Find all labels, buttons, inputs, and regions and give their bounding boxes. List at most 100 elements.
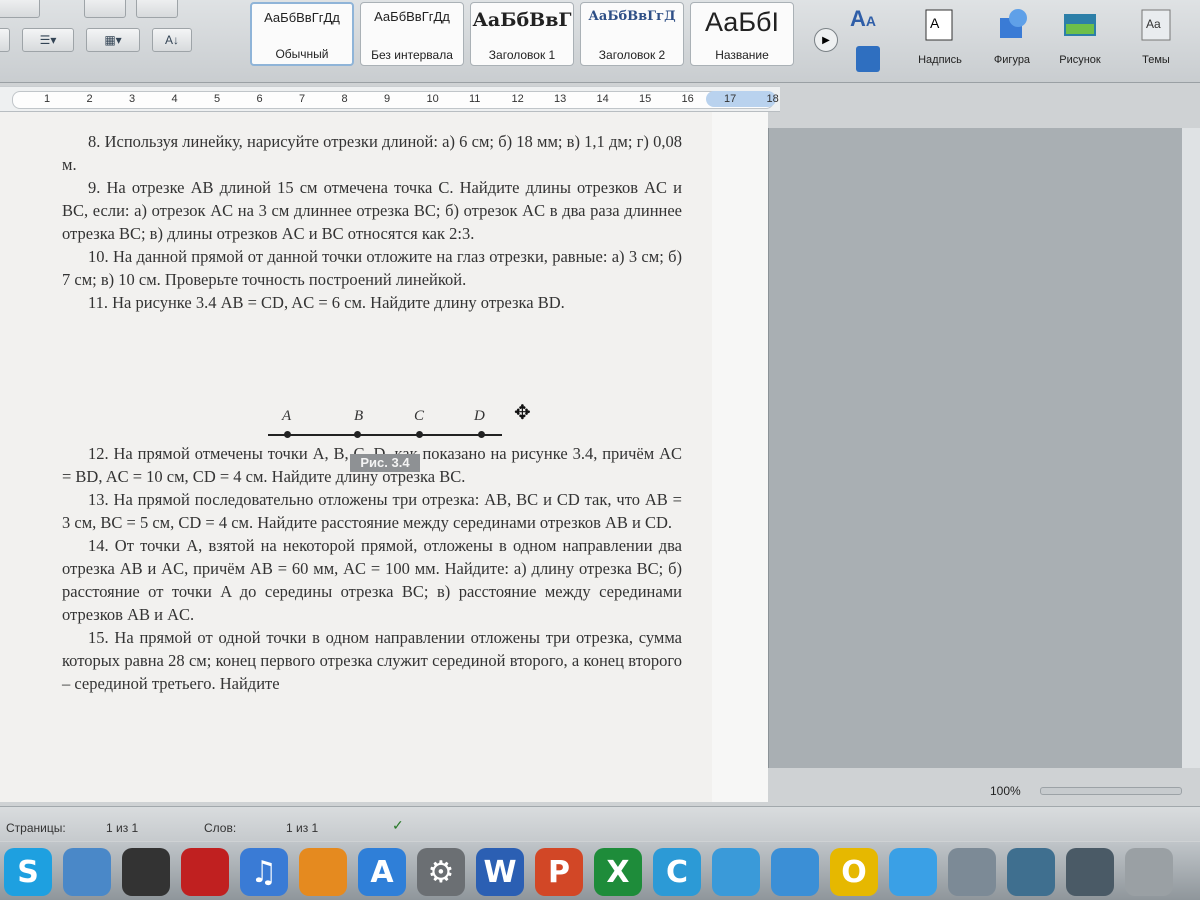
style-name: Заголовок 2 xyxy=(598,48,666,62)
ruler-number: 8 xyxy=(341,93,348,105)
ruler-number: 13 xyxy=(554,93,567,105)
spellcheck-icon[interactable]: ✓ xyxy=(392,817,404,834)
ruler-number: 18 xyxy=(766,93,779,105)
skype-icon[interactable]: S xyxy=(4,848,52,896)
picture-icon xyxy=(1064,14,1096,36)
tool-picture[interactable]: Рисунок xyxy=(1046,4,1114,66)
ruler-number: 16 xyxy=(681,93,694,105)
communicator-icon[interactable]: C xyxy=(653,848,701,896)
words-value[interactable]: 1 из 1 xyxy=(286,821,318,835)
font-size-icon[interactable]: AA xyxy=(850,6,876,32)
ibooks-icon[interactable] xyxy=(299,848,347,896)
figure-line xyxy=(268,434,502,436)
style-normal[interactable]: АаБбВвГгДд Обычный xyxy=(250,2,354,66)
table-button[interactable] xyxy=(136,0,178,18)
figure-caption: Рис. 3.4 xyxy=(350,454,420,472)
ruler-number: 1 xyxy=(44,93,51,105)
play-icon: ▶ xyxy=(822,34,830,46)
trash-icon[interactable] xyxy=(1125,848,1173,896)
styles-next-button[interactable]: ▶ xyxy=(814,28,838,52)
svg-text:Aa: Aa xyxy=(1146,17,1161,31)
point-c xyxy=(416,431,423,438)
style-sample: АаБбВвГгДд xyxy=(374,9,450,24)
align-button[interactable] xyxy=(0,28,10,52)
messenger-icon[interactable] xyxy=(712,848,760,896)
bullets-icon: ☰▾ xyxy=(39,33,57,47)
dock: S ♫ A ⚙ W P X C O xyxy=(0,842,1200,900)
style-title[interactable]: АаБбI Название xyxy=(690,2,794,66)
style-name: Название xyxy=(715,48,769,62)
finder-icon[interactable] xyxy=(63,848,111,896)
itunes-icon[interactable]: ♫ xyxy=(240,848,288,896)
ruler-number: 15 xyxy=(639,93,652,105)
document-icon[interactable] xyxy=(856,46,880,72)
horizontal-ruler[interactable]: 1 2 3 4 5 6 7 8 9 10 11 12 13 14 15 16 17 18 xyxy=(0,86,780,112)
svg-text:A: A xyxy=(930,15,940,31)
ruler-number: 11 xyxy=(469,93,481,105)
styles-gallery: АаБбВвГгДд Обычный АаБбВвГгДд Без интерв… xyxy=(250,2,794,66)
outlook-icon[interactable]: O xyxy=(830,848,878,896)
system-prefs-icon[interactable]: ⚙ xyxy=(417,848,465,896)
zoom-slider[interactable] xyxy=(1040,787,1182,795)
format-toolbar: ☰▾ ▦▾ A↓ xyxy=(0,0,240,82)
tool-label: Надпись xyxy=(918,54,962,66)
style-heading-2[interactable]: АаБбВвГгД Заголовок 2 xyxy=(580,2,684,66)
downloads-icon[interactable] xyxy=(1066,848,1114,896)
paragraph: 10. На данной прямой от данной точки отл… xyxy=(62,247,682,289)
ruler-margin-highlight xyxy=(706,91,776,107)
list-button[interactable] xyxy=(84,0,126,18)
indent-button[interactable] xyxy=(0,0,40,18)
paragraph: 11. На рисунке 3.4 AB = CD, AC = 6 см. Н… xyxy=(88,293,565,312)
pages-value[interactable]: 1 из 1 xyxy=(106,821,138,835)
sort-button[interactable]: A↓ xyxy=(152,28,192,52)
tool-label: Рисунок xyxy=(1059,54,1101,66)
themes-icon: Aa xyxy=(1141,9,1171,41)
point-label: B xyxy=(354,408,364,424)
tool-textbox[interactable]: A Надпись xyxy=(906,4,974,66)
style-sample: АаБбВвГ xyxy=(472,9,572,31)
desktop-icon[interactable] xyxy=(1007,848,1055,896)
excel-icon[interactable]: X xyxy=(594,848,642,896)
vertical-scrollbar[interactable] xyxy=(1182,128,1200,768)
ruler-track xyxy=(12,91,774,109)
app-store-icon[interactable]: A xyxy=(358,848,406,896)
ruler-number: 14 xyxy=(596,93,609,105)
preview-icon[interactable] xyxy=(948,848,996,896)
point-a xyxy=(284,431,291,438)
point-label: D xyxy=(474,408,485,424)
photo-booth-icon[interactable] xyxy=(181,848,229,896)
ruler-number: 6 xyxy=(256,93,263,105)
page-margin xyxy=(712,112,768,802)
style-no-spacing[interactable]: АаБбВвГгДд Без интервала xyxy=(360,2,464,66)
words-label: Слов: xyxy=(204,821,237,835)
document-page[interactable]: 8. Используя линейку, нарисуйте отрезки … xyxy=(0,112,712,802)
tool-themes[interactable]: Aa Темы xyxy=(1122,4,1190,66)
zoom-level: 100% xyxy=(990,784,1021,798)
tool-label: Темы xyxy=(1142,54,1170,66)
ruler-number: 12 xyxy=(511,93,524,105)
word-icon[interactable]: W xyxy=(476,848,524,896)
borders-button[interactable]: ▦▾ xyxy=(86,28,140,52)
pages-label: Страницы: xyxy=(6,821,66,835)
paragraph: 8. Используя линейку, нарисуйте отрезки … xyxy=(62,132,682,174)
powerpoint-icon[interactable]: P xyxy=(535,848,583,896)
tool-label: Фигура xyxy=(993,54,1031,66)
style-sample: АаБбВвГгД xyxy=(588,9,676,24)
safari-alt-icon[interactable] xyxy=(771,848,819,896)
style-sample: АаБбI xyxy=(704,7,779,37)
borders-icon: ▦▾ xyxy=(104,33,122,47)
style-name: Без интервала xyxy=(371,48,453,62)
point-label: C xyxy=(414,408,425,424)
ruler-number: 5 xyxy=(214,93,221,105)
style-name: Заголовок 1 xyxy=(488,48,556,62)
shape-icon xyxy=(1000,9,1027,38)
safari-icon[interactable] xyxy=(889,848,937,896)
tool-shape[interactable]: Фигура xyxy=(978,4,1046,66)
bullets-button[interactable]: ☰▾ xyxy=(22,28,74,52)
ruler-number: 10 xyxy=(426,93,439,105)
paragraph: 15. На прямой от одной точки в одном нап… xyxy=(62,628,682,693)
point-d xyxy=(478,431,485,438)
style-heading-1[interactable]: АаБбВвГ Заголовок 1 xyxy=(470,2,574,66)
camera-icon[interactable] xyxy=(122,848,170,896)
sort-icon: A↓ xyxy=(164,33,179,47)
